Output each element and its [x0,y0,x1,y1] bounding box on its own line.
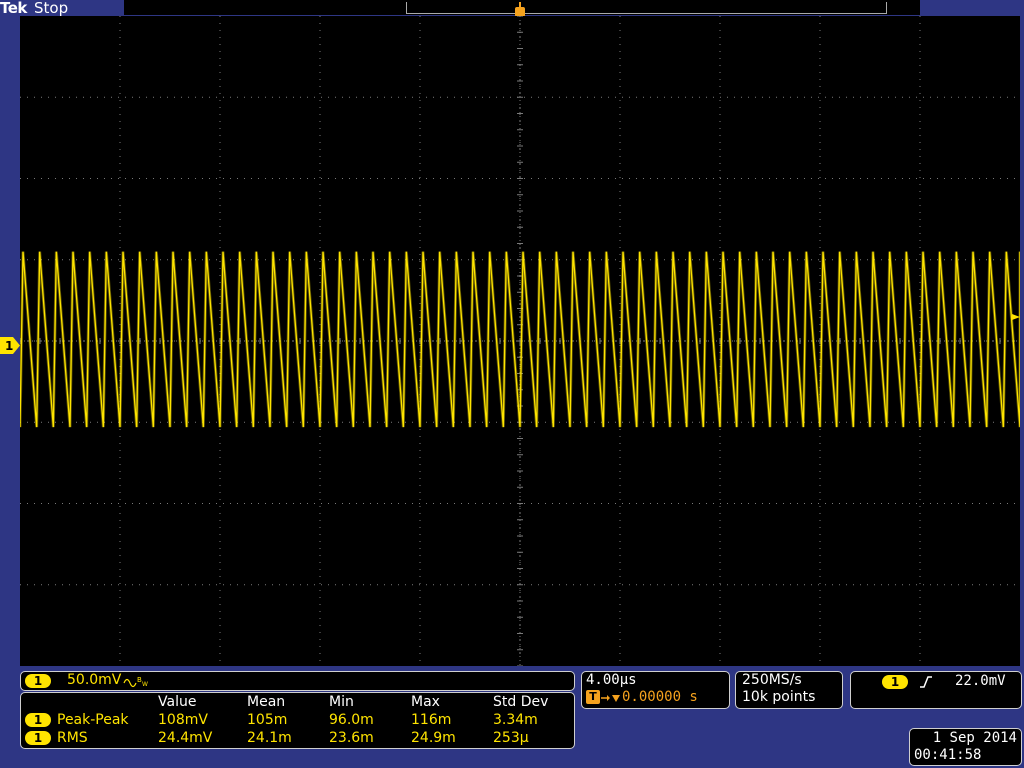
measurement-std-dev: 3.34m [493,712,538,728]
column-header: Mean [247,694,286,710]
measurement-name: Peak-Peak [57,712,129,728]
measurement-max: 116m [411,712,452,728]
horizontal-readout[interactable]: 4.00µs T 0.00000 s [581,671,730,709]
channel-1-volts-per-div: 50.0mV [67,672,122,688]
trigger-position: 0.00000 s [622,689,698,705]
measurement-std-dev: 253µ [493,730,529,746]
bw-limit-icon: B W [123,676,148,688]
time: 00:41:58 [914,747,982,763]
time-per-div: 4.00µs [586,672,637,688]
measurement-min: 96.0m [329,712,374,728]
trigger-level: 22.0mV [955,673,1006,689]
trigger-readout[interactable]: 1 22.0mV [850,671,1022,709]
measurement-min: 23.6m [329,730,374,746]
measurement-value: 108mV [158,712,208,728]
rising-edge-icon [920,676,932,688]
date-time-readout: 1 Sep 2014 00:41:58 [909,728,1022,766]
channel-1-ground-marker[interactable]: 1 [0,337,20,354]
measurement-value: 24.4mV [158,730,213,746]
measurements-panel[interactable]: Value Mean Min Max Std Dev 1 Peak-Peak 1… [20,692,575,749]
date: 1 Sep 2014 [932,730,1017,746]
column-header: Value [158,694,197,710]
measurement-max: 24.9m [411,730,456,746]
channel-1-badge: 1 [25,731,51,745]
measurement-header-row: Value Mean Min Max Std Dev [21,693,574,711]
column-header: Std Dev [493,694,549,710]
acquisition-state[interactable]: Stop [34,0,68,17]
waveform-display[interactable] [20,16,1020,666]
column-header: Max [411,694,440,710]
acquisition-readout[interactable]: 250MS/s 10k points [735,671,843,709]
brand-logo: Tek [0,0,27,17]
channel-1-badge: 1 [25,674,51,688]
column-header: Min [329,694,354,710]
arrow-right-down-icon [601,695,620,702]
channel-1-badge: 1 [25,713,51,727]
svg-text:1: 1 [5,339,13,353]
sample-rate: 250MS/s [742,672,802,688]
measurement-name: RMS [57,730,88,746]
channel-1-scale-readout[interactable]: 1 50.0mV B W [20,671,575,691]
svg-text:W: W [142,681,148,688]
trigger-glyph: T [586,690,600,704]
measurement-mean: 105m [247,712,288,728]
measurement-row-peak-peak[interactable]: 1 Peak-Peak 108mV 105m 96.0m 116m 3.34m [21,711,574,729]
record-view-window[interactable] [406,2,887,14]
status-bar: Tek Stop [0,0,1024,22]
measurement-row-rms[interactable]: 1 RMS 24.4mV 24.1m 23.6m 24.9m 253µ [21,729,574,747]
record-length: 10k points [742,689,816,705]
trigger-source-badge: 1 [882,675,908,689]
measurement-mean: 24.1m [247,730,292,746]
